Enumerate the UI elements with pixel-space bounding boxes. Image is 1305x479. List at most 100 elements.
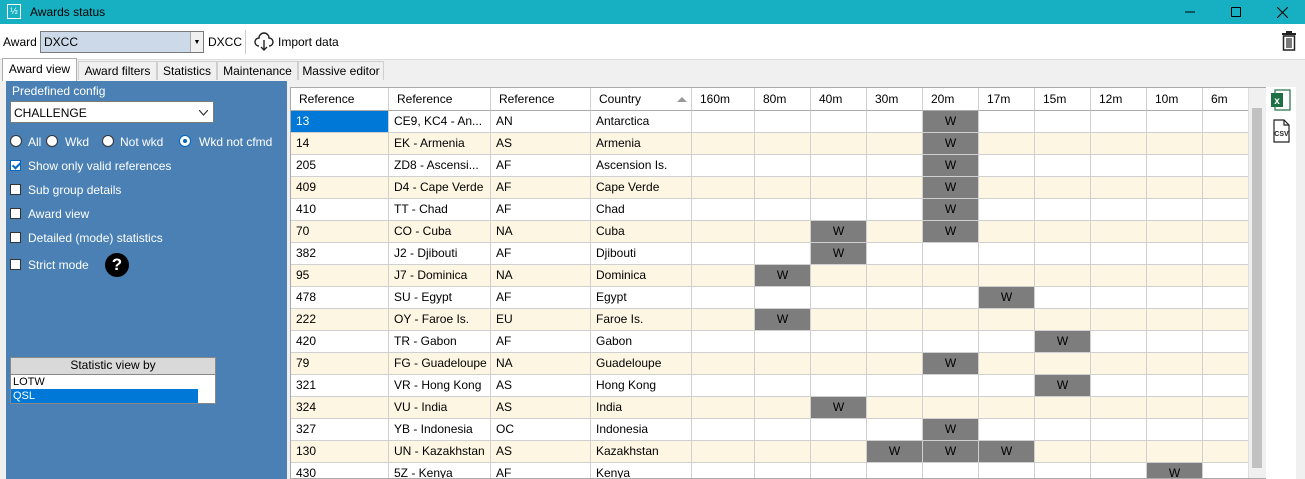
award-select[interactable]: DXCC ▼ <box>40 31 204 53</box>
table-cell[interactable]: OC <box>491 419 591 441</box>
band-cell[interactable] <box>979 265 1035 287</box>
table-cell[interactable]: FG - Guadeloupe <box>389 353 491 375</box>
band-cell[interactable]: W <box>923 133 979 155</box>
table-cell[interactable]: VR - Hong Kong <box>389 375 491 397</box>
band-cell[interactable] <box>923 375 979 397</box>
band-cell[interactable] <box>867 463 923 478</box>
band-cell[interactable] <box>979 243 1035 265</box>
checkbox-sub-group-details[interactable] <box>10 184 21 195</box>
band-cell[interactable] <box>1035 155 1091 177</box>
table-cell[interactable]: 13 <box>291 111 389 133</box>
band-cell[interactable] <box>1147 243 1203 265</box>
band-cell[interactable] <box>692 331 755 353</box>
band-cell[interactable] <box>1091 353 1147 375</box>
band-cell[interactable] <box>692 397 755 419</box>
column-header[interactable]: Reference <box>291 88 389 111</box>
table-cell[interactable]: Gabon <box>591 331 692 353</box>
band-cell[interactable]: W <box>923 111 979 133</box>
table-cell[interactable]: 382 <box>291 243 389 265</box>
band-cell[interactable] <box>755 331 811 353</box>
band-cell[interactable] <box>867 111 923 133</box>
radio-wkd[interactable] <box>46 135 58 147</box>
band-cell[interactable] <box>692 353 755 375</box>
band-cell[interactable] <box>811 353 867 375</box>
band-cell[interactable] <box>1147 309 1203 331</box>
table-cell[interactable]: India <box>591 397 692 419</box>
band-cell[interactable] <box>979 177 1035 199</box>
chevron-down-icon[interactable]: ▼ <box>190 32 203 52</box>
band-cell[interactable] <box>755 133 811 155</box>
band-cell[interactable] <box>1091 441 1147 463</box>
table-cell[interactable]: 205 <box>291 155 389 177</box>
band-cell[interactable] <box>811 111 867 133</box>
column-header[interactable]: 30m <box>867 88 923 111</box>
band-cell[interactable] <box>1035 397 1091 419</box>
band-cell[interactable] <box>923 331 979 353</box>
band-cell[interactable] <box>1091 419 1147 441</box>
column-header[interactable]: Reference <box>491 88 591 111</box>
checkbox-detailed-statistics[interactable] <box>10 232 21 243</box>
band-cell[interactable] <box>1035 287 1091 309</box>
table-cell[interactable]: SU - Egypt <box>389 287 491 309</box>
band-cell[interactable] <box>923 397 979 419</box>
band-cell[interactable]: W <box>755 309 811 331</box>
minimize-button[interactable] <box>1167 0 1213 24</box>
table-cell[interactable]: CO - Cuba <box>389 221 491 243</box>
band-cell[interactable]: W <box>923 177 979 199</box>
band-cell[interactable] <box>979 155 1035 177</box>
import-data-button[interactable]: Import data <box>252 30 348 54</box>
band-cell[interactable] <box>811 155 867 177</box>
table-cell[interactable]: AF <box>491 177 591 199</box>
close-button[interactable] <box>1259 0 1305 24</box>
band-cell[interactable] <box>1091 265 1147 287</box>
band-cell[interactable] <box>923 243 979 265</box>
table-cell[interactable]: AS <box>491 375 591 397</box>
csv-export-icon[interactable]: CSV <box>1271 119 1291 143</box>
table-cell[interactable]: Faroe Is. <box>591 309 692 331</box>
table-cell[interactable]: VU - India <box>389 397 491 419</box>
band-cell[interactable] <box>867 199 923 221</box>
band-cell[interactable]: W <box>923 353 979 375</box>
column-header[interactable]: 12m <box>1091 88 1147 111</box>
table-cell[interactable]: Hong Kong <box>591 375 692 397</box>
table-cell[interactable]: 5Z - Kenya <box>389 463 491 478</box>
band-cell[interactable] <box>1147 419 1203 441</box>
band-cell[interactable] <box>1147 199 1203 221</box>
band-cell[interactable] <box>1091 133 1147 155</box>
band-cell[interactable] <box>755 243 811 265</box>
band-cell[interactable]: W <box>923 221 979 243</box>
table-cell[interactable]: NA <box>491 353 591 375</box>
table-cell[interactable]: ZD8 - Ascensi... <box>389 155 491 177</box>
table-cell[interactable]: EK - Armenia <box>389 133 491 155</box>
excel-export-icon[interactable]: x <box>1271 89 1291 111</box>
band-cell[interactable] <box>867 221 923 243</box>
table-cell[interactable]: TT - Chad <box>389 199 491 221</box>
table-cell[interactable]: 79 <box>291 353 389 375</box>
tab-award-filters[interactable]: Award filters <box>78 61 157 80</box>
band-cell[interactable] <box>1091 309 1147 331</box>
band-cell[interactable] <box>1147 331 1203 353</box>
band-cell[interactable] <box>923 287 979 309</box>
tab-award-view[interactable]: Award view <box>2 58 77 81</box>
band-cell[interactable] <box>979 353 1035 375</box>
band-cell[interactable] <box>755 397 811 419</box>
band-cell[interactable] <box>755 287 811 309</box>
statistic-item-qsl[interactable]: QSL <box>11 389 198 403</box>
band-cell[interactable]: W <box>923 199 979 221</box>
band-cell[interactable]: W <box>811 397 867 419</box>
band-cell[interactable] <box>1091 177 1147 199</box>
column-header[interactable]: 20m <box>923 88 979 111</box>
band-cell[interactable] <box>923 309 979 331</box>
scrollbar-thumb[interactable] <box>1252 108 1262 468</box>
band-cell[interactable] <box>1035 265 1091 287</box>
band-cell[interactable] <box>1147 221 1203 243</box>
column-header[interactable]: 10m <box>1147 88 1203 111</box>
column-header[interactable]: Reference <box>389 88 491 111</box>
statistic-item-lotw[interactable]: LOTW <box>11 375 198 389</box>
column-header[interactable]: 160m <box>692 88 755 111</box>
band-cell[interactable] <box>1035 111 1091 133</box>
table-cell[interactable]: EU <box>491 309 591 331</box>
band-cell[interactable]: W <box>867 441 923 463</box>
table-cell[interactable]: 410 <box>291 199 389 221</box>
table-cell[interactable]: TR - Gabon <box>389 331 491 353</box>
